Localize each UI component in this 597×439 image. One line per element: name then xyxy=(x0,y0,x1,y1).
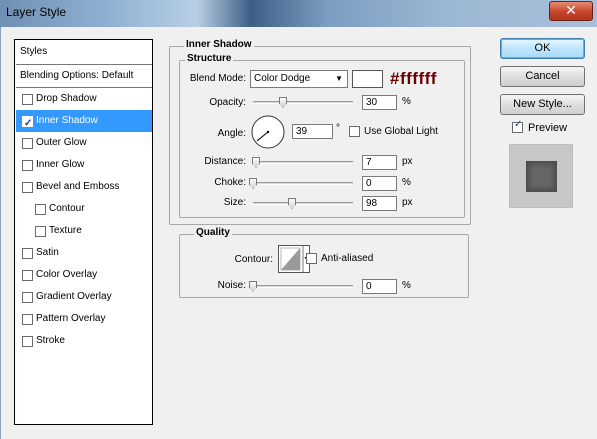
choke-slider-track[interactable] xyxy=(253,182,353,185)
new-style-button[interactable]: New Style... xyxy=(500,94,585,115)
distance-slider-track[interactable] xyxy=(253,161,353,164)
size-field[interactable]: 98 xyxy=(362,196,397,211)
style-item-pattern-overlay[interactable]: Pattern Overlay xyxy=(16,308,152,330)
style-item-drop-shadow[interactable]: Drop Shadow xyxy=(16,88,152,110)
title-bar[interactable] xyxy=(0,0,597,27)
style-item-stroke[interactable]: Stroke xyxy=(16,330,152,352)
style-item-inner-shadow[interactable]: Inner Shadow xyxy=(16,110,152,135)
distance-label: Distance: xyxy=(204,156,246,167)
style-item-label: Inner Shadow xyxy=(36,115,98,126)
structure-title: Structure xyxy=(185,53,234,64)
style-item-checkbox[interactable] xyxy=(22,94,33,105)
cancel-button[interactable]: Cancel xyxy=(500,66,585,87)
angle-dial[interactable] xyxy=(250,114,286,150)
anti-aliased-label: Anti-aliased xyxy=(321,253,374,264)
style-item-bevel-and-emboss[interactable]: Bevel and Emboss xyxy=(16,176,152,198)
preview-label: Preview xyxy=(528,122,568,134)
angle-unit: ° xyxy=(336,123,340,134)
global-light-checkbox[interactable] xyxy=(349,126,360,137)
style-item-label: Inner Glow xyxy=(36,159,85,170)
size-slider-track[interactable] xyxy=(253,202,353,205)
opacity-label: Opacity: xyxy=(209,97,246,108)
style-item-color-overlay[interactable]: Color Overlay xyxy=(16,264,152,286)
style-item-checkbox[interactable] xyxy=(22,113,33,135)
style-item-label: Drop Shadow xyxy=(36,93,97,104)
style-item-label: Color Overlay xyxy=(36,269,98,280)
style-item-label: Contour xyxy=(49,203,85,214)
window-title: Layer Style xyxy=(6,5,67,19)
choke-label: Choke: xyxy=(214,177,246,188)
style-item-checkbox[interactable] xyxy=(22,160,33,171)
blend-mode-value: Color Dodge xyxy=(254,73,311,84)
style-item-label: Gradient Overlay xyxy=(36,291,112,302)
noise-unit: % xyxy=(402,280,411,291)
style-item-gradient-overlay[interactable]: Gradient Overlay xyxy=(16,286,152,308)
noise-label: Noise: xyxy=(217,280,246,291)
contour-preview-icon xyxy=(280,246,309,272)
style-item-label: Pattern Overlay xyxy=(36,313,106,324)
blend-mode-label: Blend Mode: xyxy=(189,73,246,84)
close-button[interactable]: ✕ xyxy=(549,1,593,21)
choke-field[interactable]: 0 xyxy=(362,176,397,191)
color-annotation: #ffffff xyxy=(390,69,437,88)
preview-thumbnail xyxy=(509,144,573,208)
distance-unit: px xyxy=(402,156,413,167)
angle-field[interactable]: 39 xyxy=(292,124,333,139)
size-label: Size: xyxy=(223,197,246,208)
opacity-slider-track[interactable] xyxy=(253,101,353,104)
style-item-checkbox[interactable] xyxy=(22,314,33,325)
quality-title: Quality xyxy=(194,227,232,238)
opacity-field[interactable]: 30 xyxy=(362,95,397,110)
style-item-checkbox[interactable] xyxy=(22,138,33,149)
blending-options-item[interactable]: Blending Options: Default xyxy=(16,65,152,87)
style-item-checkbox[interactable] xyxy=(35,204,46,215)
opacity-unit: % xyxy=(402,96,411,107)
style-item-checkbox[interactable] xyxy=(22,182,33,193)
noise-slider-track[interactable] xyxy=(253,285,353,288)
angle-dial-icon xyxy=(251,115,285,149)
global-light-label: Use Global Light xyxy=(364,126,438,137)
preview-swatch xyxy=(526,161,557,192)
styles-header[interactable]: Styles xyxy=(16,41,152,63)
style-item-texture[interactable]: Texture xyxy=(16,220,152,242)
style-item-label: Outer Glow xyxy=(36,137,87,148)
styles-header-label: Styles xyxy=(20,46,48,57)
style-item-label: Stroke xyxy=(36,335,65,346)
style-item-checkbox[interactable] xyxy=(22,248,33,259)
anti-aliased-checkbox[interactable] xyxy=(306,253,317,264)
preview-checkbox[interactable] xyxy=(512,119,523,133)
style-item-contour[interactable]: Contour xyxy=(16,198,152,220)
style-item-label: Texture xyxy=(49,225,82,236)
styles-list: Styles Blending Options: Default Drop Sh… xyxy=(14,39,153,425)
noise-field[interactable]: 0 xyxy=(362,279,397,294)
style-item-label: Bevel and Emboss xyxy=(36,181,120,192)
style-item-inner-glow[interactable]: Inner Glow xyxy=(16,154,152,176)
dropdown-arrow-icon: ▼ xyxy=(335,74,343,83)
blending-options-label: Blending Options: Default xyxy=(20,70,134,81)
blend-mode-select[interactable]: Color Dodge ▼ xyxy=(250,70,348,88)
ok-button[interactable]: OK xyxy=(500,38,585,59)
shadow-color-swatch[interactable] xyxy=(352,70,383,88)
style-item-checkbox[interactable] xyxy=(22,336,33,347)
angle-label: Angle: xyxy=(217,128,246,139)
size-unit: px xyxy=(402,197,413,208)
style-item-label: Satin xyxy=(36,247,59,258)
style-item-checkbox[interactable] xyxy=(22,270,33,281)
style-item-checkbox[interactable] xyxy=(22,292,33,303)
contour-label: Contour: xyxy=(234,254,273,265)
choke-unit: % xyxy=(402,177,411,188)
style-item-satin[interactable]: Satin xyxy=(16,242,152,264)
style-item-checkbox[interactable] xyxy=(35,226,46,237)
distance-field[interactable]: 7 xyxy=(362,155,397,170)
inner-shadow-title: Inner Shadow xyxy=(184,39,254,50)
style-item-outer-glow[interactable]: Outer Glow xyxy=(16,132,152,154)
